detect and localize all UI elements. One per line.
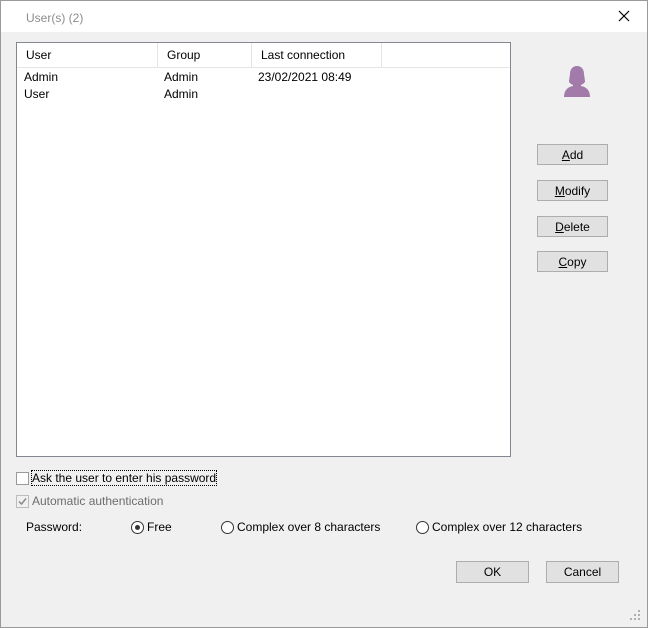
cell-group: Admin [164, 87, 199, 101]
user-avatar-icon [564, 66, 590, 97]
ask-password-checkbox[interactable]: Ask the user to enter his password [16, 470, 218, 486]
users-dialog: User(s) (2) User Group Last connection A… [0, 0, 648, 628]
delete-button[interactable]: Delete [537, 216, 608, 237]
radio-complex-12-label: Complex over 12 characters [432, 520, 583, 534]
column-header-last-connection[interactable]: Last connection [252, 43, 382, 67]
cell-user: Admin [24, 70, 59, 84]
modify-mnemonic: M [554, 183, 565, 198]
radio-free-circle[interactable] [131, 520, 144, 534]
password-option-complex-8[interactable]: Complex over 8 characters [221, 520, 380, 534]
radio-complex-12-circle[interactable] [416, 520, 429, 534]
copy-label: opy [567, 254, 587, 269]
cancel-button[interactable]: Cancel [546, 561, 619, 583]
column-header-group[interactable]: Group [158, 43, 252, 67]
checkmark-icon [18, 497, 27, 505]
modify-label: odify [564, 183, 591, 198]
password-option-free[interactable]: Free [131, 520, 172, 534]
radio-complex-8-circle[interactable] [221, 520, 234, 534]
resize-grip-icon[interactable] [629, 609, 641, 621]
window-title: User(s) (2) [26, 11, 84, 25]
list-row[interactable]: User Admin [17, 86, 510, 103]
add-label: dd [569, 147, 584, 162]
close-button[interactable] [609, 5, 639, 27]
ok-button[interactable]: OK [456, 561, 529, 583]
radio-complex-8-label: Complex over 8 characters [237, 520, 381, 534]
cell-last-connection: 23/02/2021 08:49 [258, 70, 352, 84]
password-label: Password: [26, 520, 83, 534]
close-icon [618, 10, 630, 22]
delete-mnemonic: D [555, 219, 564, 234]
users-list[interactable]: User Group Last connection Admin Admin 2… [16, 42, 511, 457]
copy-button[interactable]: Copy [537, 251, 608, 272]
cell-user: User [24, 87, 50, 101]
delete-label: elete [563, 219, 590, 234]
copy-mnemonic: C [558, 254, 568, 269]
add-mnemonic: A [561, 147, 570, 162]
add-button[interactable]: Add [537, 144, 608, 165]
list-row[interactable]: Admin Admin 23/02/2021 08:49 [17, 69, 510, 86]
auto-auth-checkbox[interactable]: Automatic authentication [16, 494, 163, 508]
modify-button[interactable]: Modify [537, 180, 608, 201]
ask-password-label: Ask the user to enter his password [30, 470, 218, 486]
ask-password-box[interactable] [16, 471, 29, 485]
column-header-user[interactable]: User [17, 43, 158, 67]
radio-free-label: Free [147, 520, 172, 534]
auto-auth-label: Automatic authentication [32, 494, 164, 508]
title-bar: User(s) (2) [1, 1, 647, 32]
list-header: User Group Last connection [17, 43, 510, 68]
auto-auth-box[interactable] [16, 494, 29, 508]
cell-group: Admin [164, 70, 199, 84]
password-option-complex-12[interactable]: Complex over 12 characters [416, 520, 582, 534]
